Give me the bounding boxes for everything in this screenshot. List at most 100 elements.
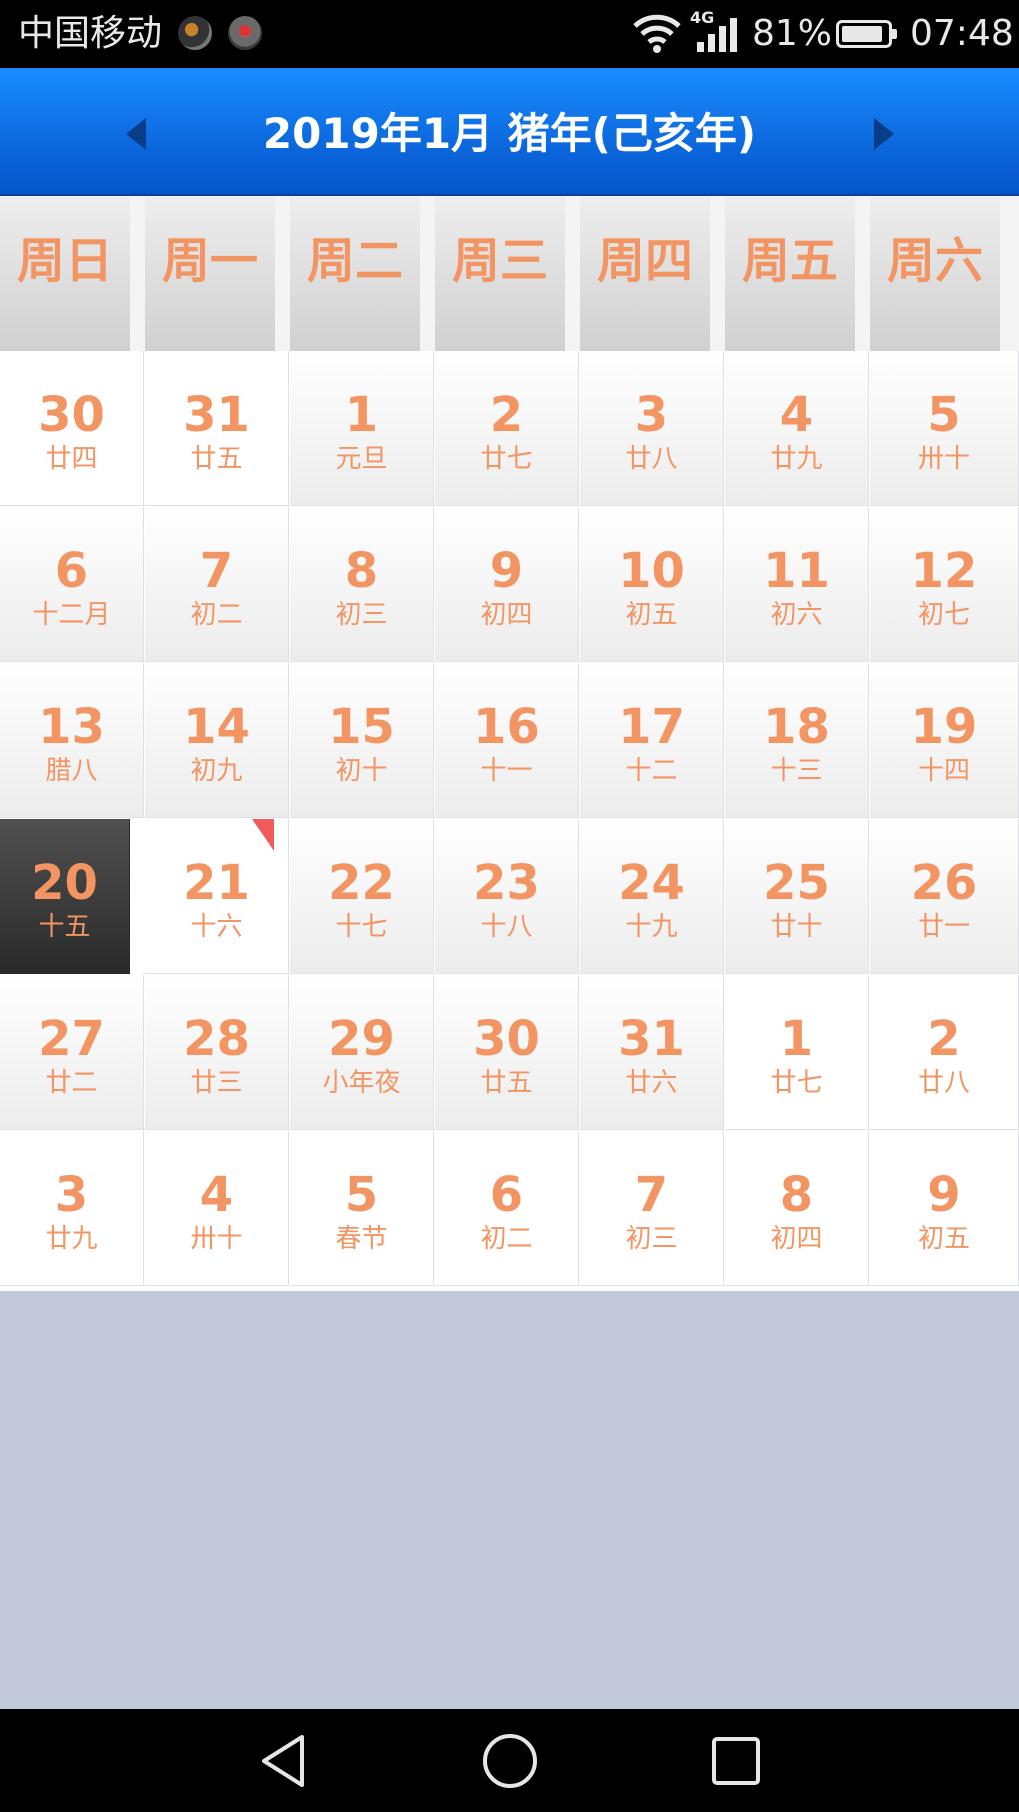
weekday-sat: 周六 — [870, 196, 1000, 351]
lunar-date: 廿九 — [770, 444, 823, 474]
day-number: 15 — [328, 699, 395, 755]
day-cell[interactable]: 2 廿七 — [435, 351, 579, 506]
back-icon[interactable] — [254, 1731, 314, 1791]
day-cell[interactable]: 19 十四 — [870, 663, 1019, 818]
day-number: 7 — [634, 1167, 669, 1223]
lunar-date: 腊八 — [45, 756, 98, 786]
day-cell[interactable]: 27 廿二 — [0, 975, 144, 1130]
lunar-date: 卅十 — [917, 444, 970, 474]
app-notification-icon — [178, 16, 212, 50]
weekday-header: 周日 周一 周二 周三 周四 周五 周六 — [0, 196, 1019, 351]
day-cell[interactable]: 18 十三 — [725, 663, 869, 818]
lunar-date: 十一 — [480, 756, 533, 786]
day-cell[interactable]: 31 廿六 — [580, 975, 724, 1130]
day-cell[interactable]: 16 十一 — [435, 663, 579, 818]
lunar-date: 廿七 — [770, 1068, 823, 1098]
day-cell[interactable]: 6 十二月 — [0, 507, 144, 662]
day-cell[interactable]: 30 廿五 — [435, 975, 579, 1130]
lunar-date: 十九 — [625, 912, 678, 942]
day-number: 19 — [910, 699, 978, 755]
day-cell[interactable]: 30 廿四 — [0, 351, 144, 506]
day-cell[interactable]: 4 卅十 — [145, 1131, 289, 1286]
recents-icon[interactable] — [706, 1731, 766, 1791]
day-cell[interactable]: 8 初三 — [290, 507, 434, 662]
day-cell[interactable]: 3 廿九 — [0, 1131, 144, 1286]
lunar-date: 初十 — [335, 756, 388, 786]
lunar-date: 初五 — [917, 1224, 970, 1254]
day-cell-today[interactable]: 21 十六 — [145, 819, 289, 974]
day-cell[interactable]: 26 廿一 — [870, 819, 1019, 974]
day-cell[interactable]: 7 初二 — [145, 507, 289, 662]
lunar-date: 廿十 — [770, 912, 823, 942]
day-cell[interactable]: 8 初四 — [725, 1131, 869, 1286]
day-cell[interactable]: 4 廿九 — [725, 351, 869, 506]
day-cell[interactable]: 1 廿七 — [725, 975, 869, 1130]
day-number: 9 — [927, 1167, 961, 1223]
lunar-date: 初九 — [190, 756, 243, 786]
lunar-date: 十四 — [917, 756, 970, 786]
day-number: 6 — [54, 543, 89, 599]
home-icon[interactable] — [480, 1731, 540, 1791]
day-number: 2 — [489, 387, 524, 443]
day-number: 12 — [910, 543, 978, 599]
day-cell[interactable]: 1 元旦 — [290, 351, 434, 506]
calendar-grid: 30 廿四 31 廿五 1 元旦 2 廿七 3 廿八 4 廿九 5 卅十 6 十二月 7 初二 8… — [0, 351, 1019, 1291]
day-cell[interactable]: 5 春节 — [290, 1131, 434, 1286]
day-number: 21 — [183, 855, 250, 911]
lunar-date: 廿八 — [625, 444, 678, 474]
day-number: 1 — [344, 387, 379, 443]
day-cell[interactable]: 7 初三 — [580, 1131, 724, 1286]
day-cell[interactable]: 14 初九 — [145, 663, 289, 818]
day-cell[interactable]: 31 廿五 — [145, 351, 289, 506]
lunar-date: 卅十 — [190, 1224, 243, 1254]
day-number: 1 — [779, 1011, 814, 1067]
day-cell[interactable]: 5 卅十 — [870, 351, 1019, 506]
day-cell[interactable]: 22 十七 — [290, 819, 434, 974]
day-number: 8 — [344, 543, 379, 599]
day-cell[interactable]: 10 初五 — [580, 507, 724, 662]
today-marker-icon — [252, 819, 274, 851]
day-cell[interactable]: 3 廿八 — [580, 351, 724, 506]
day-cell[interactable]: 25 廿十 — [725, 819, 869, 974]
battery-icon — [836, 20, 897, 48]
weekday-mon: 周一 — [145, 196, 275, 351]
day-number: 27 — [38, 1011, 105, 1067]
day-cell-selected[interactable]: 20 十五 — [0, 819, 130, 974]
lunar-date: 初二 — [190, 600, 243, 630]
lunar-date: 小年夜 — [322, 1068, 401, 1098]
day-number: 10 — [618, 543, 685, 599]
lunar-date: 初五 — [625, 600, 678, 630]
map-notification-icon — [228, 16, 262, 50]
day-cell[interactable]: 12 初七 — [870, 507, 1019, 662]
lunar-date: 廿五 — [480, 1068, 533, 1098]
signal-icon — [697, 18, 737, 52]
weekday-fri: 周五 — [725, 196, 855, 351]
day-cell[interactable]: 9 初四 — [435, 507, 579, 662]
month-header: 2019年1月 猪年(己亥年) — [0, 68, 1019, 196]
day-cell[interactable]: 15 初十 — [290, 663, 434, 818]
lunar-date: 春节 — [335, 1224, 388, 1254]
lunar-date: 元旦 — [335, 444, 388, 474]
day-cell[interactable]: 17 十二 — [580, 663, 724, 818]
day-cell[interactable]: 2 廿八 — [870, 975, 1019, 1130]
day-cell[interactable]: 28 廿三 — [145, 975, 289, 1130]
day-cell[interactable]: 29 小年夜 — [290, 975, 434, 1130]
lunar-date: 廿五 — [190, 444, 243, 474]
lunar-date: 十三 — [770, 756, 823, 786]
day-cell[interactable]: 11 初六 — [725, 507, 869, 662]
day-cell[interactable]: 9 初五 — [870, 1131, 1019, 1286]
day-number: 16 — [473, 699, 540, 755]
day-number: 18 — [763, 699, 830, 755]
day-cell[interactable]: 13 腊八 — [0, 663, 144, 818]
day-cell[interactable]: 23 十八 — [435, 819, 579, 974]
day-cell[interactable]: 24 十九 — [580, 819, 724, 974]
carrier-name: 中国移动 — [18, 13, 163, 54]
status-bar: 中国移动 4G 81% 07:48 — [0, 0, 1019, 68]
lunar-date: 初六 — [770, 600, 823, 630]
day-cell[interactable]: 6 初二 — [435, 1131, 579, 1286]
lunar-date: 廿二 — [45, 1068, 98, 1098]
lunar-date: 廿四 — [45, 444, 98, 474]
next-month-icon[interactable] — [874, 118, 894, 150]
lunar-date: 十六 — [190, 912, 243, 942]
lunar-date: 初七 — [917, 600, 970, 630]
